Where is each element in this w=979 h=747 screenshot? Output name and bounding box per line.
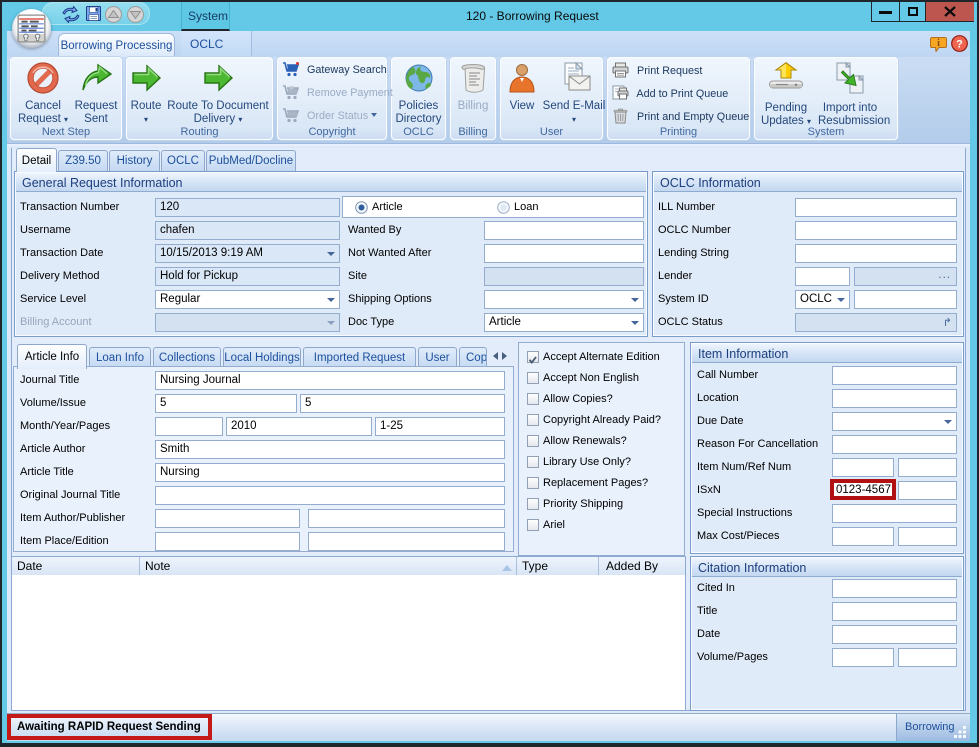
svg-text:i: i <box>937 38 940 49</box>
svg-text:?: ? <box>956 39 963 51</box>
